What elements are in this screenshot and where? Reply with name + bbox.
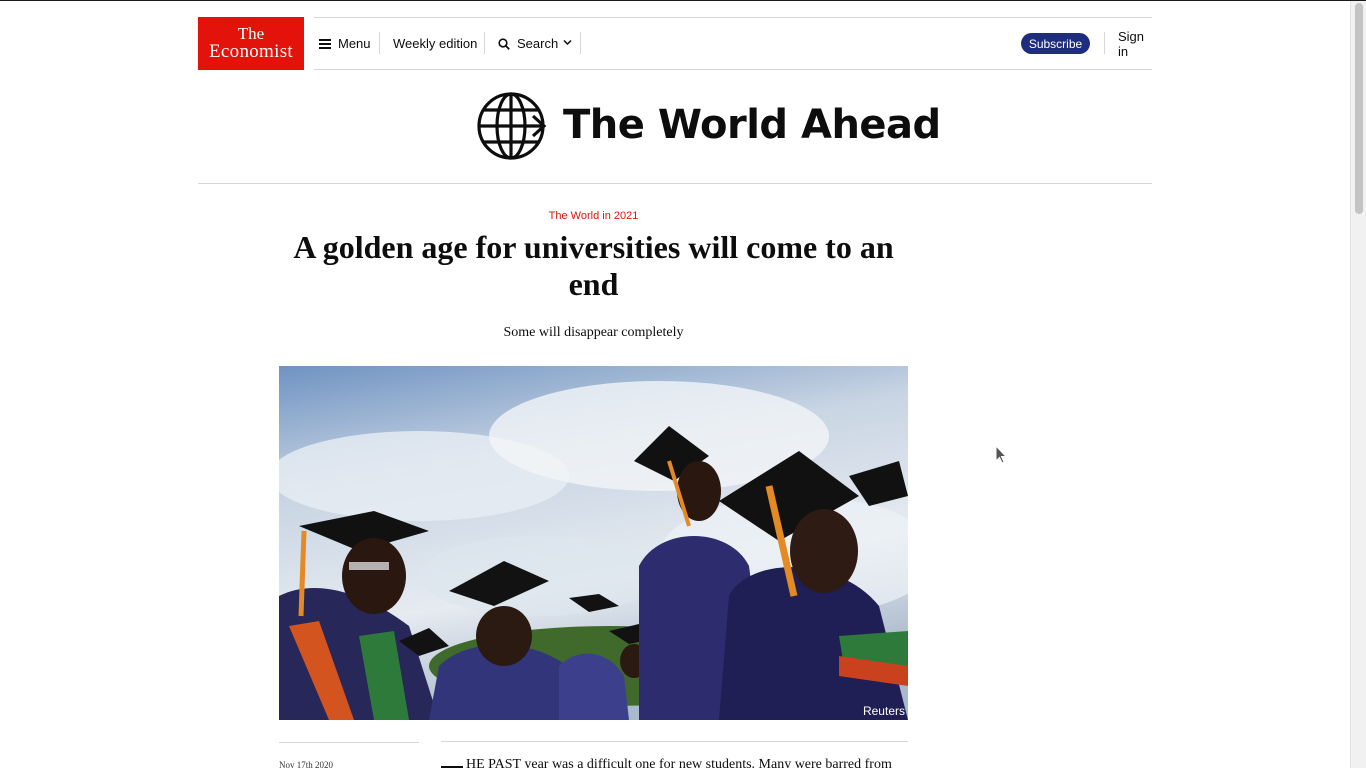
hero-image-graduates: Reuters [279,366,908,720]
weekly-edition-link[interactable]: Weekly edition [393,18,477,69]
logo-line-1: The [237,24,265,43]
sign-in-link[interactable]: Sign in [1118,18,1152,69]
search-button[interactable]: Search [498,18,572,69]
hamburger-icon [319,38,331,49]
article-date: Nov 17th 2020 [279,760,333,768]
article-headline: A golden age for universities will come … [293,229,894,302]
window-top-border [0,0,1366,1]
banner-title: The World Ahead [563,102,941,148]
globe-arrow-icon [477,92,547,160]
article-body-text: HE PAST year was a difficult one for new… [466,757,892,768]
world-ahead-banner[interactable]: The World Ahead [477,91,941,161]
nav-divider [1104,32,1105,54]
scrollbar-thumb[interactable] [1355,3,1363,214]
economist-logo[interactable]: The Economist [198,17,304,70]
nav-divider [379,32,380,54]
page-scrollbar[interactable] [1350,1,1366,768]
mouse-cursor-icon [995,445,1007,464]
nav-divider [580,32,581,54]
logo-line-2: Economist [209,41,293,62]
meta-rule [279,742,419,743]
chevron-down-icon [563,39,572,46]
section-label[interactable]: The World in 2021 [279,210,908,222]
body-rule [441,741,908,742]
search-label: Search [517,36,559,51]
image-credit: Reuters [862,704,905,718]
article-body: HE PAST year was a difficult one for new… [441,757,908,768]
menu-label: Menu [338,36,371,51]
search-icon [498,37,510,50]
menu-button[interactable]: Menu [319,18,371,69]
subscribe-button[interactable]: Subscribe [1021,33,1090,54]
header-divider [198,183,1152,184]
top-navbar: Menu Weekly edition Search Subscribe Sig… [314,17,1152,70]
nav-divider [484,32,485,54]
article-subheadline: Some will disappear completely [503,325,684,340]
